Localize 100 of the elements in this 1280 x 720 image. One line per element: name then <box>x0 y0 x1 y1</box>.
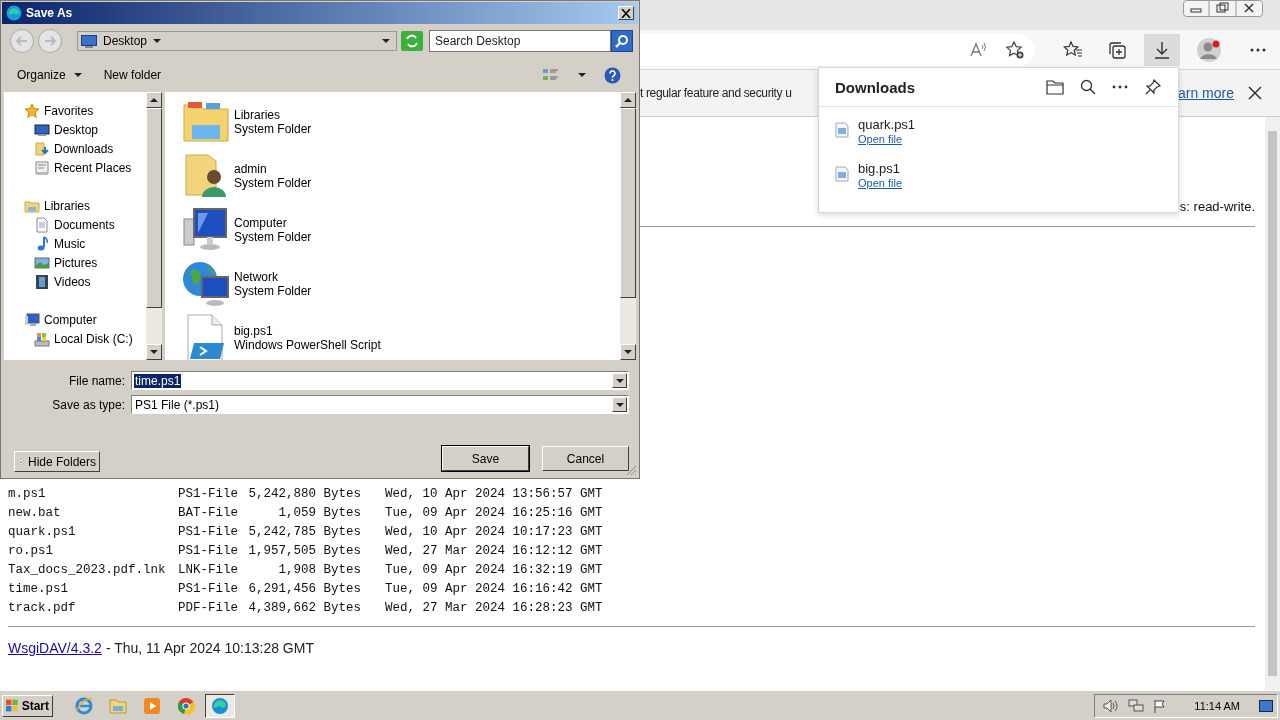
nav-item[interactable]: Videos <box>4 272 146 291</box>
profile-icon[interactable] <box>1196 36 1222 63</box>
star-icon <box>24 102 40 119</box>
window-controls[interactable] <box>1183 0 1263 17</box>
edge-icon[interactable] <box>205 693 235 718</box>
file-date-cell-text: Tue, 09 Apr 2024 16:25:16 GMT <box>384 505 604 520</box>
file-name-cell[interactable]: quark.ps1 <box>8 524 178 539</box>
search-icon[interactable] <box>1080 79 1096 95</box>
nav-item[interactable]: Favorites <box>4 101 146 120</box>
more-icon[interactable] <box>1250 47 1266 52</box>
file-name-cell[interactable]: time.ps1 <box>8 581 178 596</box>
save-as-type-dropdown[interactable]: PS1 File (*.ps1) <box>131 395 629 414</box>
file-date-cell-text: Tue, 09 Apr 2024 16:16:42 GMT <box>384 581 604 596</box>
show-desktop-icon[interactable] <box>1259 699 1273 712</box>
hide-folders-button[interactable]: Hide Folders <box>14 451 100 472</box>
speaker-icon[interactable] <box>1103 698 1120 713</box>
search-button[interactable] <box>611 30 633 52</box>
file-name-cell[interactable]: ro.ps1 <box>8 543 178 558</box>
file-name-cell[interactable]: new.bat <box>8 505 178 520</box>
nav-item[interactable]: Downloads <box>4 139 146 158</box>
recent-places-icon <box>34 159 50 176</box>
item-name[interactable]: Network <box>234 270 278 284</box>
nav-item[interactable]: Recent Places <box>4 158 146 177</box>
cancel-button[interactable]: Cancel <box>542 446 629 471</box>
permissions-text: s: read-write. <box>1179 199 1255 214</box>
pin-icon[interactable] <box>1144 78 1162 96</box>
file-icon <box>835 166 849 182</box>
scrollbar[interactable] <box>146 92 162 360</box>
nav-item[interactable]: Desktop <box>4 120 146 139</box>
nav-item[interactable]: Music <box>4 234 146 253</box>
file-icon <box>835 122 849 138</box>
file-name-field[interactable]: time.ps1 <box>131 371 629 390</box>
start-button[interactable]: Start <box>2 694 53 717</box>
help-icon[interactable] <box>604 66 621 84</box>
download-file-name: big.ps1 <box>858 161 900 176</box>
file-size-cell: 5,242,785 Bytes <box>248 524 361 539</box>
more-icon[interactable] <box>1112 85 1128 89</box>
network-icon[interactable] <box>1128 698 1145 713</box>
file-size-cell-text: 1,059 Bytes <box>277 505 361 520</box>
wsgidav-link[interactable]: WsgiDAV/4.3.2 <box>8 640 102 656</box>
item-type: System Folder <box>234 284 312 298</box>
download-file-name: quark.ps1 <box>858 117 916 132</box>
globe-computer-icon[interactable] <box>182 259 230 307</box>
close-icon[interactable] <box>1248 86 1262 100</box>
save-button[interactable]: Save <box>442 446 529 471</box>
open-file-link[interactable]: Open file <box>858 177 903 189</box>
item-name[interactable]: Computer <box>234 216 287 230</box>
edge-icon <box>6 5 22 21</box>
nav-item[interactable]: Pictures <box>4 253 146 272</box>
search-icon <box>615 34 629 48</box>
open-file-link[interactable]: Open file <box>858 133 903 145</box>
close-button[interactable] <box>618 6 634 20</box>
new-folder-button[interactable]: New folder <box>95 65 170 85</box>
file-type-cell-text: PS1-File <box>178 581 239 596</box>
save-as-type-label: Save as type: <box>51 397 125 412</box>
resize-grip[interactable] <box>626 465 637 476</box>
folder-icon[interactable] <box>1046 79 1064 95</box>
file-type-cell-text: PS1-File <box>178 543 239 558</box>
file-size-cell: 6,291,456 Bytes <box>248 581 361 596</box>
item-type: System Folder <box>234 230 312 244</box>
learn-more-link[interactable]: arn more <box>1177 85 1234 101</box>
file-size-cell: 1,957,505 Bytes <box>248 543 361 558</box>
file-date-cell-text: Wed, 10 Apr 2024 10:17:23 GMT <box>384 524 604 539</box>
scrollbar[interactable] <box>620 92 636 360</box>
download-folder-icon <box>34 140 50 157</box>
file-date-cell-text: Tue, 09 Apr 2024 16:32:19 GMT <box>384 562 604 577</box>
item-name[interactable]: big.ps1 <box>234 324 273 338</box>
organize-menu[interactable]: Organize <box>9 65 90 85</box>
collections-icon[interactable] <box>1107 39 1127 60</box>
item-name[interactable]: Libraries <box>234 108 281 122</box>
file-name-label: File name: <box>67 373 125 388</box>
file-name-cell[interactable]: Tax_docs_2023.pdf.lnk <box>8 562 178 577</box>
add-favorite-icon[interactable] <box>1005 39 1025 60</box>
file-name-cell[interactable]: m.ps1 <box>8 486 178 501</box>
nav-item[interactable]: Libraries <box>4 196 146 215</box>
file-date-cell-text: Wed, 27 Mar 2024 16:12:12 GMT <box>384 543 604 558</box>
item-name[interactable]: admin <box>234 162 267 176</box>
downloads-button[interactable] <box>1144 33 1180 66</box>
favorites-icon[interactable] <box>1063 39 1083 60</box>
view-menu-caret[interactable] <box>578 73 586 77</box>
film-icon <box>34 273 50 290</box>
address-bar[interactable]: Desktop <box>77 31 397 51</box>
disk-drive-icon <box>34 330 50 347</box>
nav-item[interactable]: Computer <box>4 310 146 329</box>
file-name-cell[interactable]: track.pdf <box>8 600 178 615</box>
file-size-cell: 4,389,662 Bytes <box>248 600 361 615</box>
search-field[interactable]: Search Desktop <box>429 30 611 52</box>
nav-item[interactable]: Documents <box>4 215 146 234</box>
nav-item[interactable]: Local Disk (C:) <box>4 329 146 348</box>
read-aloud-icon[interactable] <box>969 40 987 59</box>
scrollbar[interactable] <box>1265 117 1280 690</box>
windows-logo-icon <box>6 699 19 712</box>
clock[interactable]: 11:14 AM <box>1194 699 1240 712</box>
info-bar-text: t regular feature and security u <box>640 86 792 100</box>
item-type: System Folder <box>234 176 312 190</box>
monitor-icon <box>34 121 50 138</box>
computer-icon[interactable] <box>182 205 230 253</box>
flag-icon[interactable] <box>1153 698 1168 713</box>
file-date-cell-text: Wed, 27 Mar 2024 16:28:23 GMT <box>384 600 604 615</box>
refresh-icon[interactable] <box>401 31 423 51</box>
